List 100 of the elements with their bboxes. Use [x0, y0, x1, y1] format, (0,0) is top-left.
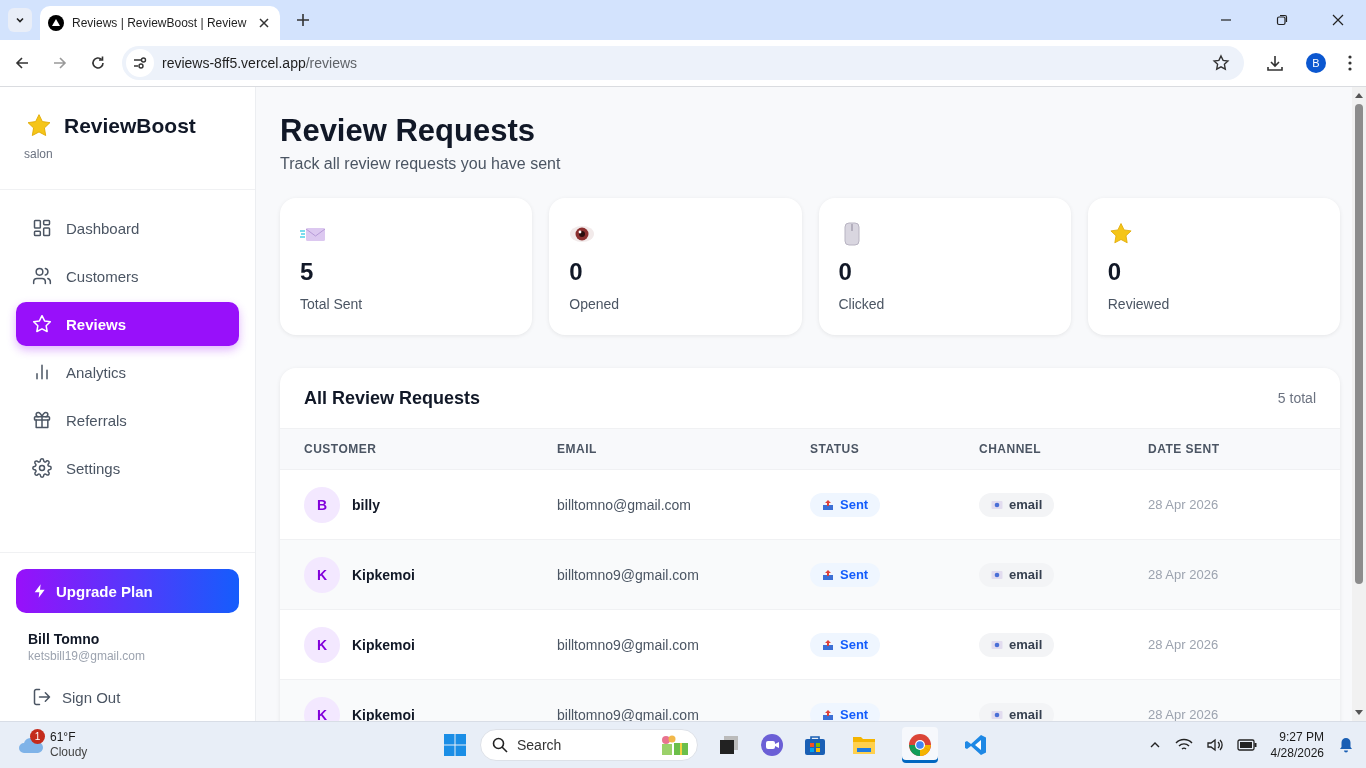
upgrade-plan-button[interactable]: Upgrade Plan [16, 569, 239, 613]
stat-value: 0 [1107, 258, 1122, 286]
temperature: 61°F [50, 730, 77, 745]
envelope-icon [991, 709, 1003, 720]
star-icon [26, 113, 52, 139]
outbox-icon [822, 708, 834, 721]
taskbar-search-field[interactable]: Search [480, 729, 698, 761]
site-settings-icon[interactable] [126, 49, 154, 77]
nav-item[interactable]: Settings [16, 446, 239, 490]
user-email: ketsbill19@gmail.com [28, 649, 146, 663]
date-cell-text: 28 Apr 2026 [1148, 707, 1220, 721]
chat-bubble-icon[interactable] [760, 733, 784, 757]
column-header: EMAIL [557, 442, 598, 456]
star-icon [32, 314, 52, 334]
email-cell-text: billtomno9@gmail.com [557, 566, 700, 583]
nav-item[interactable]: Customers [16, 254, 239, 298]
reload-icon[interactable] [90, 55, 106, 71]
tab-title: Reviews | ReviewBoost | Review [72, 16, 248, 30]
nav-item[interactable]: Dashboard [16, 206, 239, 250]
settings-icon [32, 458, 52, 478]
gift-icon [32, 410, 52, 430]
channel-badge: email [979, 492, 1055, 517]
close-icon[interactable] [258, 17, 270, 29]
status-badge: Sent [810, 492, 881, 517]
battery-icon[interactable] [1236, 739, 1257, 751]
page-title: Review Requests [280, 112, 536, 149]
total-count: 5 total [1277, 390, 1316, 406]
nav-item[interactable]: Analytics [16, 350, 239, 394]
restore-icon[interactable] [1276, 14, 1288, 26]
outbox-icon [822, 498, 834, 511]
page-subtitle: Track all review requests you have sent [280, 155, 562, 173]
channel-badge: email [979, 702, 1055, 721]
users-icon [32, 266, 52, 286]
bookmark-star-icon[interactable] [1212, 54, 1230, 72]
browser-tab[interactable]: Reviews | ReviewBoost | Review [40, 6, 280, 40]
email-cell-text: billtomno9@gmail.com [557, 636, 700, 653]
channel-badge: email [979, 632, 1055, 657]
close-icon[interactable] [1332, 14, 1344, 26]
email-cell-text: billtomno@gmail.com [557, 496, 693, 513]
channel-badge: email [979, 562, 1055, 587]
chrome-browser-icon[interactable] [902, 727, 938, 763]
customer-avatar: K [304, 556, 340, 593]
status-badge: Sent [810, 702, 881, 721]
scroll-up-icon[interactable] [1355, 92, 1363, 98]
table-title: All Review Requests [304, 387, 481, 409]
store-icon[interactable] [804, 734, 826, 756]
envelope-icon [991, 499, 1003, 510]
triangle-logo-icon [48, 15, 64, 31]
status-badge: Sent [810, 632, 881, 657]
scroll-down-icon[interactable] [1355, 710, 1363, 716]
search-icon [492, 737, 508, 753]
stat-value: 0 [569, 258, 583, 286]
windows-start-icon[interactable] [444, 734, 466, 756]
date-cell-text: 28 Apr 2026 [1148, 637, 1220, 652]
clock[interactable]: 9:27 PM 4/28/2026 [1270, 729, 1324, 761]
scrollbar[interactable] [1352, 87, 1366, 721]
outbox-icon [822, 568, 834, 581]
envelope-icon [991, 569, 1003, 580]
address-bar[interactable]: reviews-8ff5.vercel.app/reviews [122, 46, 1244, 80]
column-header: CUSTOMER [304, 442, 378, 456]
forward-icon[interactable] [52, 55, 68, 71]
stat-label: Clicked [838, 296, 885, 312]
profile-avatar[interactable]: B [1306, 53, 1326, 73]
stat-label: Opened [569, 296, 620, 312]
date-cell-text: 28 Apr 2026 [1148, 567, 1220, 582]
column-header: CHANNEL [979, 442, 1043, 456]
notification-badge: 1 [30, 729, 45, 744]
envelope-icon [991, 639, 1003, 650]
outbox-icon [822, 638, 834, 651]
business-type: salon [24, 147, 54, 161]
sign-out-link[interactable]: Sign Out [16, 663, 239, 707]
task-view-icon[interactable] [718, 734, 740, 756]
download-icon[interactable] [1266, 54, 1284, 72]
user-name: Bill Tomno [28, 631, 101, 647]
grid-icon [32, 218, 52, 238]
notification-bell-icon[interactable] [1338, 737, 1354, 753]
tab-list-button[interactable] [8, 8, 32, 32]
status-badge: Sent [810, 562, 881, 587]
customer-name: billy [352, 496, 380, 513]
volume-icon[interactable] [1206, 738, 1223, 752]
stat-value: 5 [300, 258, 314, 286]
sign-out-icon [32, 687, 52, 707]
nav-item[interactable]: Referrals [16, 398, 239, 442]
customer-avatar: K [304, 626, 340, 663]
wifi-icon[interactable] [1174, 738, 1193, 752]
star-icon [1107, 222, 1134, 246]
customer-avatar: B [304, 486, 340, 523]
column-header: DATE SENT [1148, 442, 1221, 456]
nav-item[interactable]: Reviews [16, 302, 239, 346]
stat-label: Reviewed [1107, 296, 1170, 312]
stat-label: Total Sent [300, 296, 363, 312]
new-tab-icon[interactable] [296, 13, 310, 27]
menu-icon[interactable] [1348, 55, 1352, 71]
back-icon[interactable] [14, 55, 30, 71]
column-header: STATUS [810, 442, 861, 456]
stat-value: 0 [838, 258, 852, 286]
gift-flowers-icon [660, 734, 690, 756]
date-cell-text: 28 Apr 2026 [1148, 497, 1220, 512]
customer-avatar: K [304, 696, 340, 721]
customer-name: Kipkemoi [352, 566, 415, 583]
